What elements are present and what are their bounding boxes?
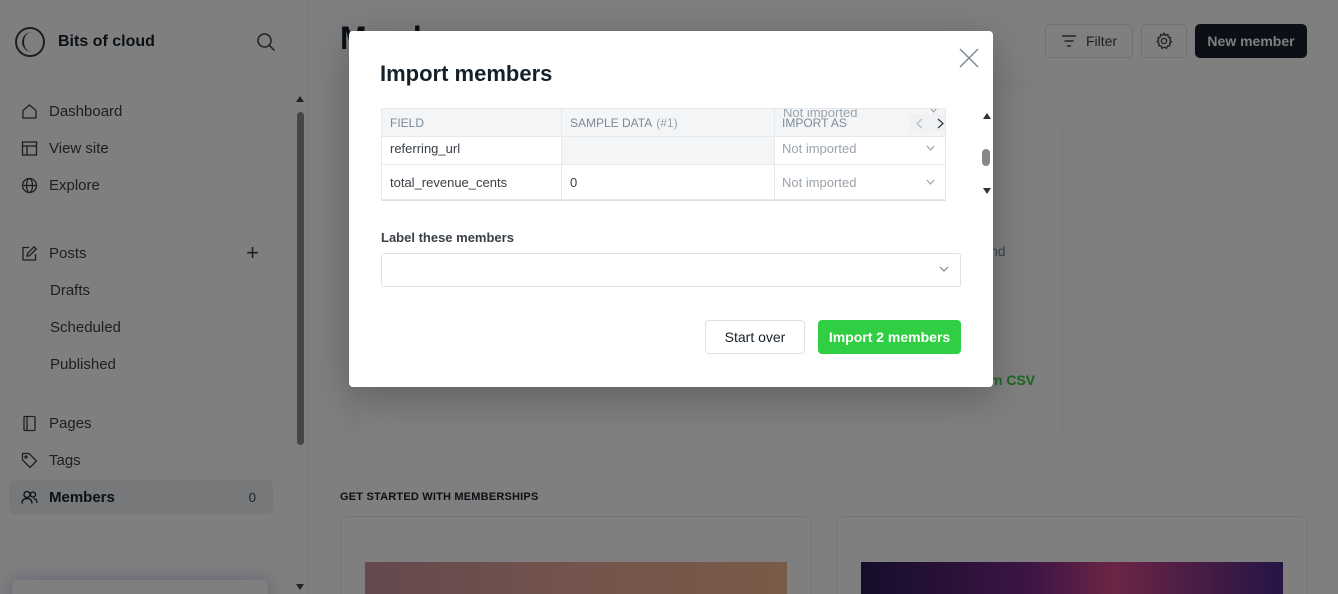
label-section-title: Label these members	[381, 230, 514, 245]
table-row: referring_url Not imported	[382, 137, 945, 165]
chevron-down-icon	[926, 179, 935, 185]
import-as-select-partial[interactable]: Not imported	[783, 109, 857, 120]
scroll-up-arrow-icon[interactable]	[983, 113, 991, 119]
chevron-down-icon	[939, 266, 949, 272]
sample-value: 0	[562, 165, 775, 199]
field-column-header: FIELD	[382, 109, 562, 136]
scrollbar-thumb[interactable]	[982, 149, 990, 166]
modal-title: Import members	[380, 61, 553, 86]
field-name: total_revenue_cents	[382, 165, 562, 199]
scroll-down-arrow-icon[interactable]	[983, 188, 991, 194]
import-as-select[interactable]: Not imported	[775, 165, 945, 199]
table-header: FIELD SAMPLE DATA (#1) IMPORT AS Not imp…	[382, 109, 945, 137]
field-name: referring_url	[382, 137, 562, 164]
label-select[interactable]	[381, 253, 961, 287]
start-over-button[interactable]: Start over	[705, 320, 805, 354]
import-as-value: Not imported	[782, 141, 857, 156]
chevron-down-icon	[930, 109, 937, 113]
chevron-down-icon	[926, 145, 935, 151]
table-scrollbar[interactable]	[981, 113, 993, 194]
import-members-modal: Import members FIELD SAMPLE DATA (#1) IM…	[349, 31, 993, 387]
import-as-select[interactable]: Not imported	[775, 137, 945, 164]
sample-value	[562, 137, 775, 164]
sample-index: (#1)	[656, 115, 678, 130]
field-mapping-table: FIELD SAMPLE DATA (#1) IMPORT AS Not imp…	[381, 108, 946, 201]
table-row: total_revenue_cents 0 Not imported	[382, 165, 945, 200]
import-as-value: Not imported	[782, 174, 857, 190]
import-members-button[interactable]: Import 2 members	[818, 320, 961, 354]
close-icon[interactable]	[957, 46, 981, 70]
sample-data-label: SAMPLE DATA	[570, 115, 653, 130]
sample-data-column-header: SAMPLE DATA (#1)	[562, 109, 945, 136]
